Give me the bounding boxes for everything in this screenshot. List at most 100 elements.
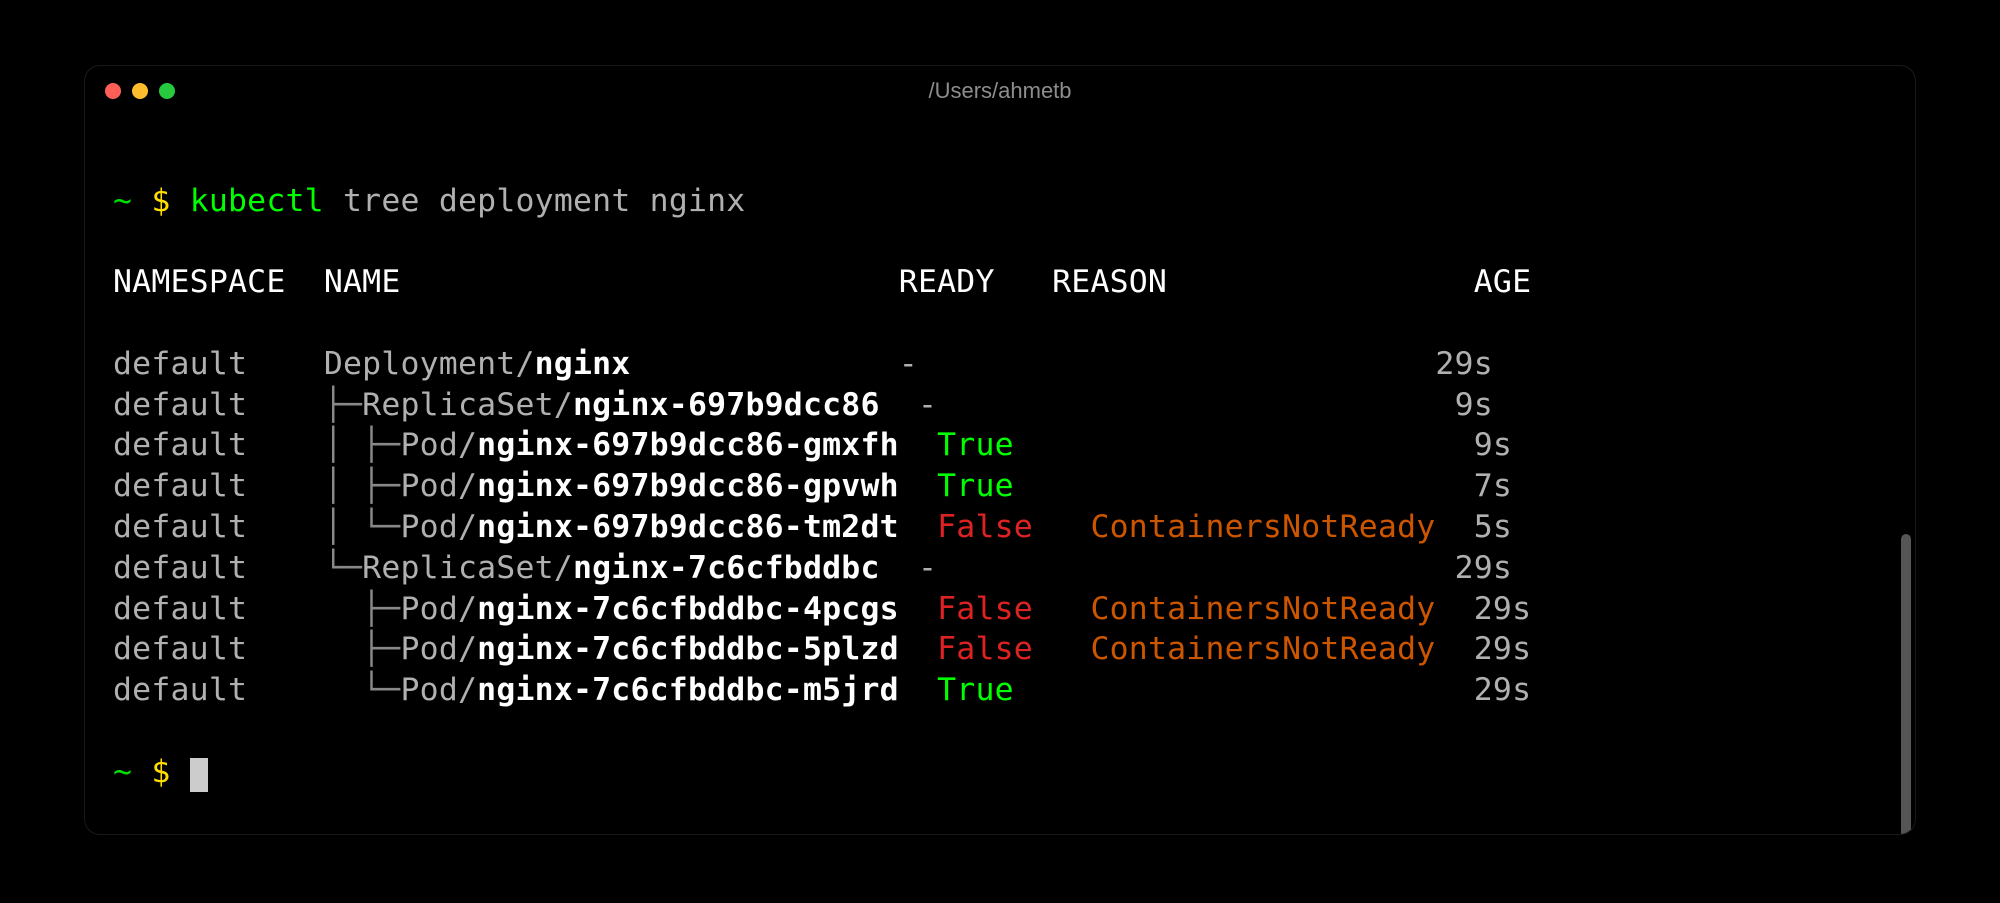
resource-name: nginx-7c6cfbddbc-4pcgs [477, 591, 899, 627]
tree-prefix: │ ├─ [324, 468, 401, 504]
cell-namespace: default [113, 591, 324, 627]
cell-age: 9s [1474, 427, 1512, 463]
cell-name: ├─ReplicaSet/nginx-697b9dcc86 [324, 387, 918, 423]
terminal-body[interactable]: ~ $ kubectl tree deployment nginx NAMESP… [85, 116, 1915, 834]
resource-kind: Pod/ [400, 509, 477, 545]
cell-namespace: default [113, 387, 324, 423]
cell-reason: ContainersNotReady [1090, 631, 1473, 667]
cell-age: 9s [1455, 387, 1493, 423]
cell-reason [1071, 550, 1454, 586]
cell-namespace: default [113, 468, 324, 504]
terminal-window: /Users/ahmetb ~ $ kubectl tree deploymen… [84, 65, 1916, 835]
cell-age: 7s [1474, 468, 1512, 504]
cell-ready: - [918, 387, 1052, 423]
cell-ready: False [937, 591, 1071, 627]
table-row: default │ ├─Pod/nginx-697b9dcc86-gpvwh T… [113, 466, 1887, 507]
resource-kind: Pod/ [400, 631, 477, 667]
table-row: default │ ├─Pod/nginx-697b9dcc86-gmxfh T… [113, 425, 1887, 466]
cell-name: ├─Pod/nginx-7c6cfbddbc-4pcgs [324, 591, 937, 627]
cell-name: ├─Pod/nginx-7c6cfbddbc-5plzd [324, 631, 937, 667]
resource-name: nginx-7c6cfbddbc-m5jrd [477, 672, 899, 708]
cell-ready: True [937, 468, 1071, 504]
cell-namespace: default [113, 631, 324, 667]
resource-name: nginx [535, 346, 631, 382]
cell-namespace: default [113, 509, 324, 545]
table-row: default │ └─Pod/nginx-697b9dcc86-tm2dt F… [113, 507, 1887, 548]
cell-age: 5s [1474, 509, 1512, 545]
header-namespace: NAMESPACE [113, 264, 285, 300]
resource-kind: ReplicaSet/ [362, 550, 573, 586]
cell-name: └─Pod/nginx-7c6cfbddbc-m5jrd [324, 672, 937, 708]
cell-reason [1090, 468, 1473, 504]
cell-reason [1052, 346, 1435, 382]
tree-prefix: └─ [324, 672, 401, 708]
titlebar: /Users/ahmetb [85, 66, 1915, 116]
prompt-tilde: ~ [113, 183, 132, 219]
cell-reason [1090, 672, 1473, 708]
cell-name: │ ├─Pod/nginx-697b9dcc86-gmxfh [324, 427, 937, 463]
tree-prefix: └─ [324, 550, 362, 586]
prompt-tilde: ~ [113, 754, 132, 790]
cursor-icon [190, 758, 208, 792]
resource-kind: Pod/ [400, 591, 477, 627]
cell-name: Deployment/nginx [324, 346, 899, 382]
resource-name: nginx-7c6cfbddbc-5plzd [477, 631, 899, 667]
resource-kind: Pod/ [400, 427, 477, 463]
cell-namespace: default [113, 672, 324, 708]
cell-namespace: default [113, 550, 324, 586]
header-name: NAME [324, 264, 401, 300]
command-exec: kubectl [190, 183, 324, 219]
cell-ready: False [937, 509, 1071, 545]
header-ready: READY [899, 264, 995, 300]
minimize-icon[interactable] [132, 83, 148, 99]
prompt-dollar: $ [151, 183, 170, 219]
cell-name: └─ReplicaSet/nginx-7c6cfbddbc [324, 550, 918, 586]
resource-kind: Pod/ [400, 672, 477, 708]
maximize-icon[interactable] [159, 83, 175, 99]
resource-name: nginx-697b9dcc86-tm2dt [477, 509, 899, 545]
cell-reason: ContainersNotReady [1090, 591, 1473, 627]
tree-prefix: │ ├─ [324, 427, 401, 463]
cell-ready: True [937, 672, 1071, 708]
table-row: default └─ReplicaSet/nginx-7c6cfbddbc - … [113, 548, 1887, 589]
traffic-lights [105, 83, 175, 99]
prompt-line: ~ $ [113, 752, 1887, 793]
cell-ready: - [918, 550, 1052, 586]
tree-prefix: │ └─ [324, 509, 401, 545]
window-title: /Users/ahmetb [928, 78, 1071, 104]
resource-kind: Deployment/ [324, 346, 535, 382]
resource-name: nginx-7c6cfbddbc [573, 550, 880, 586]
cell-ready: False [937, 631, 1071, 667]
cell-name: │ ├─Pod/nginx-697b9dcc86-gpvwh [324, 468, 937, 504]
cell-age: 29s [1435, 346, 1493, 382]
cell-namespace: default [113, 427, 324, 463]
cell-age: 29s [1474, 631, 1532, 667]
output-rows: default Deployment/nginx - 29sdefault ├─… [113, 344, 1887, 711]
tree-prefix: ├─ [324, 631, 401, 667]
header-age: AGE [1474, 264, 1532, 300]
cell-age: 29s [1455, 550, 1513, 586]
cell-ready: - [899, 346, 1033, 382]
cell-name: │ └─Pod/nginx-697b9dcc86-tm2dt [324, 509, 937, 545]
cell-age: 29s [1474, 591, 1532, 627]
scrollbar[interactable] [1901, 534, 1911, 835]
header-row: NAMESPACE NAME READY REASON AGE [113, 262, 1887, 303]
table-row: default └─Pod/nginx-7c6cfbddbc-m5jrd Tru… [113, 670, 1887, 711]
tree-prefix: ├─ [324, 591, 401, 627]
close-icon[interactable] [105, 83, 121, 99]
table-row: default Deployment/nginx - 29s [113, 344, 1887, 385]
cell-reason [1071, 387, 1454, 423]
table-row: default ├─ReplicaSet/nginx-697b9dcc86 - … [113, 385, 1887, 426]
command-line: ~ $ kubectl tree deployment nginx [113, 181, 1887, 222]
table-row: default ├─Pod/nginx-7c6cfbddbc-4pcgs Fal… [113, 589, 1887, 630]
command-args: tree deployment nginx [343, 183, 745, 219]
header-reason: REASON [1052, 264, 1167, 300]
resource-name: nginx-697b9dcc86-gpvwh [477, 468, 899, 504]
cell-ready: True [937, 427, 1071, 463]
resource-kind: ReplicaSet/ [362, 387, 573, 423]
cell-reason [1090, 427, 1473, 463]
cell-age: 29s [1474, 672, 1532, 708]
resource-kind: Pod/ [400, 468, 477, 504]
table-row: default ├─Pod/nginx-7c6cfbddbc-5plzd Fal… [113, 629, 1887, 670]
resource-name: nginx-697b9dcc86 [573, 387, 880, 423]
